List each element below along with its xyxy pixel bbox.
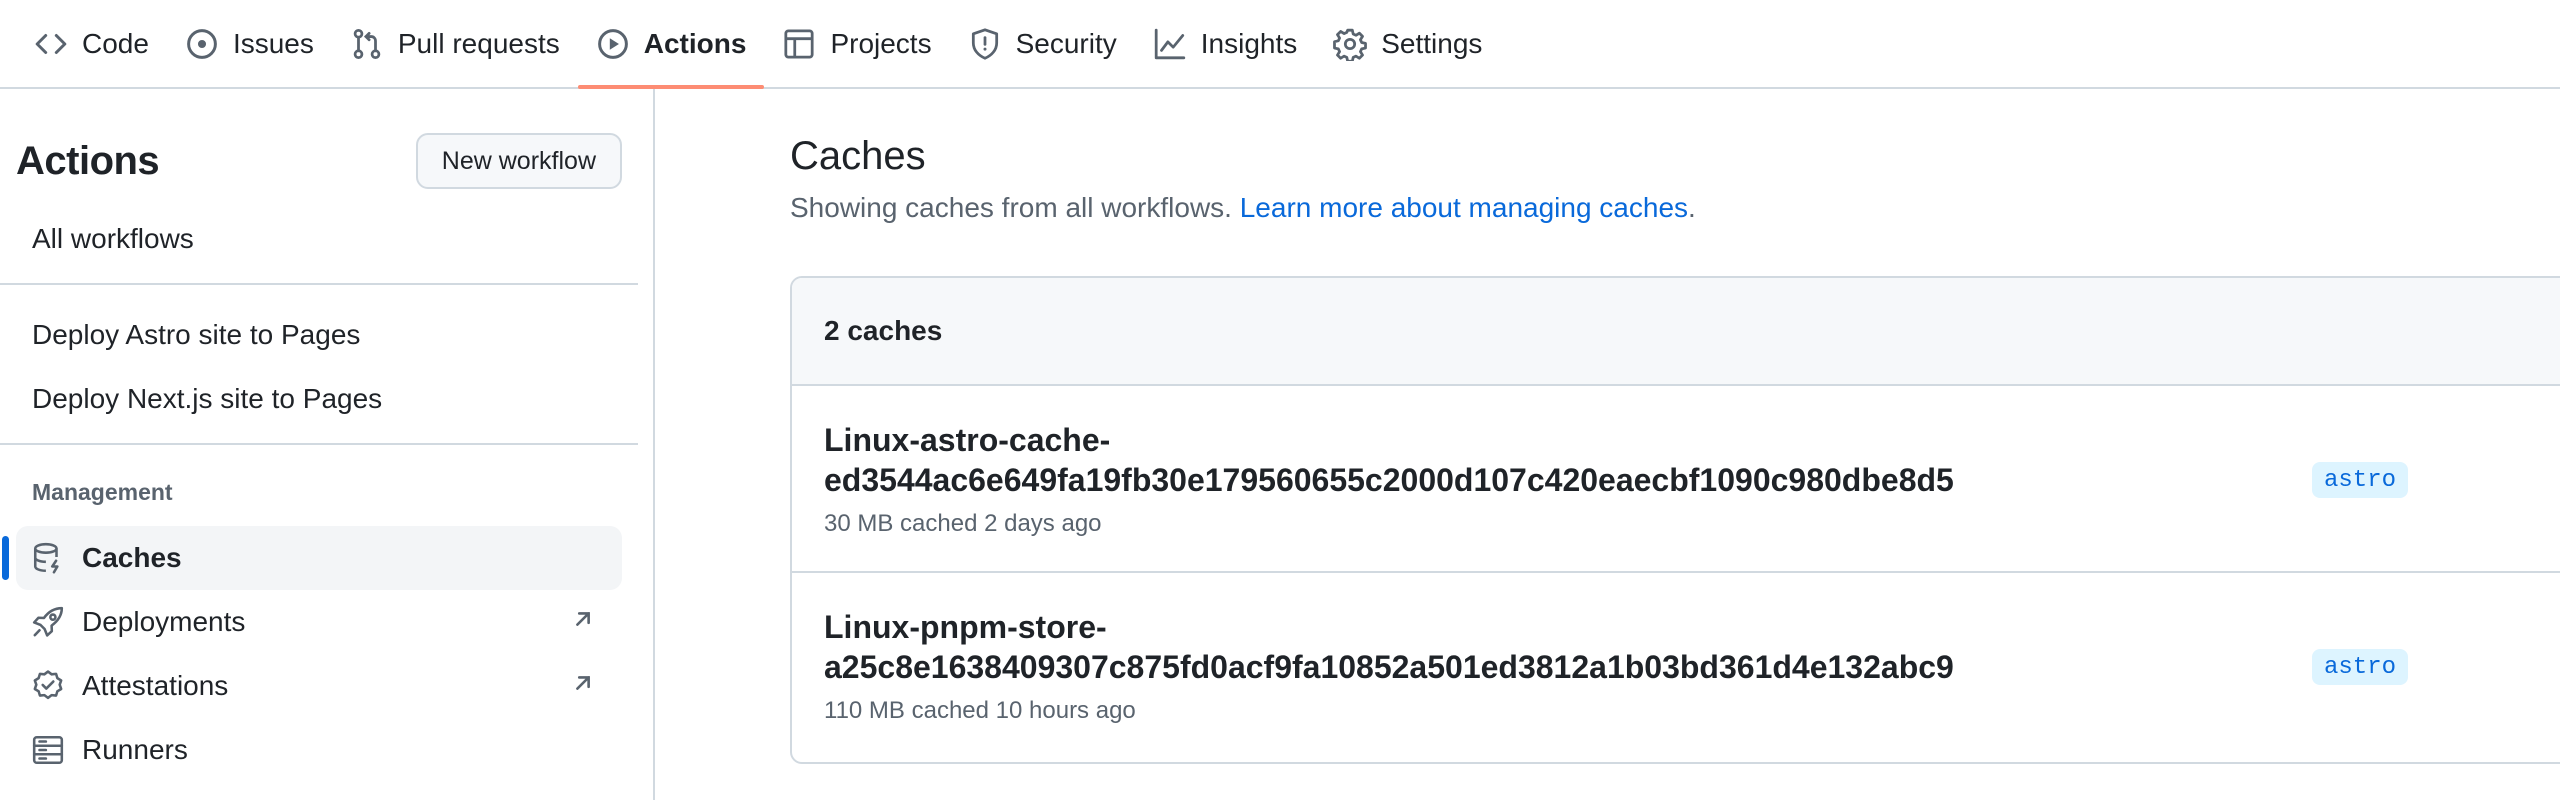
- server-icon: [30, 732, 66, 768]
- graph-icon: [1153, 27, 1187, 61]
- sidebar-item-label: Attestations: [82, 670, 229, 701]
- tab-security[interactable]: Security: [950, 0, 1135, 87]
- sidebar-item-label: Runners: [82, 734, 188, 765]
- caches-count: 2 caches: [792, 278, 2560, 386]
- shield-icon: [968, 27, 1002, 61]
- table-icon: [782, 27, 816, 61]
- cache-key-line: Linux-pnpm-store-: [824, 609, 1107, 645]
- arrow-up-right-icon: [568, 604, 604, 640]
- sidebar-item-label: Deployments: [82, 606, 246, 637]
- list-item: Linux-pnpm-store- a25c8e1638409307c875fd…: [792, 573, 2560, 760]
- sidebar-item-caches[interactable]: Caches: [2, 526, 622, 590]
- cache-meta: 30 MB cached 2 days ago: [824, 510, 1102, 537]
- sidebar-divider: [0, 283, 638, 285]
- branch-badge[interactable]: astro: [2312, 462, 2409, 498]
- sidebar-item-label: Caches: [82, 542, 182, 573]
- tab-pull-requests[interactable]: Pull requests: [332, 0, 578, 87]
- tab-label: Settings: [1381, 27, 1483, 59]
- cache-key[interactable]: Linux-astro-cache- ed3544ac6e649fa19fb30…: [824, 420, 2274, 500]
- subtitle-text: Showing caches from all workflows.: [790, 192, 1232, 223]
- learn-more-link[interactable]: Learn more about managing caches: [1240, 192, 1688, 223]
- code-icon: [34, 27, 68, 61]
- verified-icon: [30, 668, 66, 704]
- tab-label: Issues: [232, 27, 314, 59]
- tab-settings[interactable]: Settings: [1315, 0, 1500, 87]
- tab-issues[interactable]: Issues: [167, 0, 332, 87]
- tab-label: Pull requests: [397, 27, 560, 59]
- caches-list: 2 caches Linux-astro-cache- ed3544ac6e64…: [790, 276, 2560, 764]
- cache-key-line: Linux-astro-cache-: [824, 422, 1111, 458]
- tab-label: Insights: [1200, 27, 1298, 59]
- sidebar-divider: [0, 443, 638, 445]
- cache-key-line: a25c8e1638409307c875fd0acf9fa10852a501ed…: [824, 649, 1954, 685]
- tab-projects[interactable]: Projects: [764, 0, 949, 87]
- sidebar-item-all-workflows[interactable]: All workflows: [32, 223, 194, 255]
- gear-icon: [1333, 27, 1368, 61]
- new-workflow-button[interactable]: New workflow: [415, 133, 622, 189]
- cache-key-line: ed3544ac6e649fa19fb30e179560655c2000d107…: [824, 462, 1954, 498]
- play-icon: [596, 27, 630, 61]
- page-subtitle: Showing caches from all workflows. Learn…: [790, 192, 1696, 224]
- sidebar-section-management: Management: [32, 479, 173, 505]
- arrow-up-right-icon: [568, 668, 604, 704]
- sidebar-item-workflow[interactable]: Deploy Next.js site to Pages: [32, 383, 382, 415]
- tab-label: Security: [1015, 27, 1117, 59]
- sidebar-title: Actions: [16, 138, 160, 183]
- tab-label: Code: [82, 27, 149, 59]
- branch-badge[interactable]: astro: [2312, 649, 2409, 685]
- page-title: Caches: [790, 134, 926, 178]
- sidebar-item-workflow[interactable]: Deploy Astro site to Pages: [32, 319, 360, 351]
- list-item: Linux-astro-cache- ed3544ac6e649fa19fb30…: [792, 386, 2560, 573]
- database-icon: [30, 540, 66, 576]
- git-pull-request-icon: [350, 27, 384, 61]
- tab-label: Actions: [643, 27, 747, 59]
- tab-actions[interactable]: Actions: [577, 0, 765, 89]
- subtitle-suffix: .: [1688, 192, 1696, 223]
- sidebar-item-deployments[interactable]: Deployments: [16, 590, 622, 654]
- tab-insights[interactable]: Insights: [1135, 0, 1316, 87]
- rocket-icon: [30, 604, 66, 640]
- actions-sidebar: Actions New workflow All workflows Deplo…: [0, 89, 655, 800]
- tab-label: Projects: [830, 27, 932, 59]
- repo-nav: Code Issues Pull requests Actions Projec…: [0, 0, 2560, 89]
- cache-meta: 110 MB cached 10 hours ago: [824, 697, 1136, 724]
- cache-key[interactable]: Linux-pnpm-store- a25c8e1638409307c875fd…: [824, 607, 2274, 687]
- issue-opened-icon: [185, 27, 219, 61]
- sidebar-item-runners[interactable]: Runners: [16, 718, 622, 782]
- sidebar-item-attestations[interactable]: Attestations: [16, 654, 622, 718]
- sidebar-header: Actions New workflow: [16, 129, 622, 193]
- tab-code[interactable]: Code: [16, 0, 167, 87]
